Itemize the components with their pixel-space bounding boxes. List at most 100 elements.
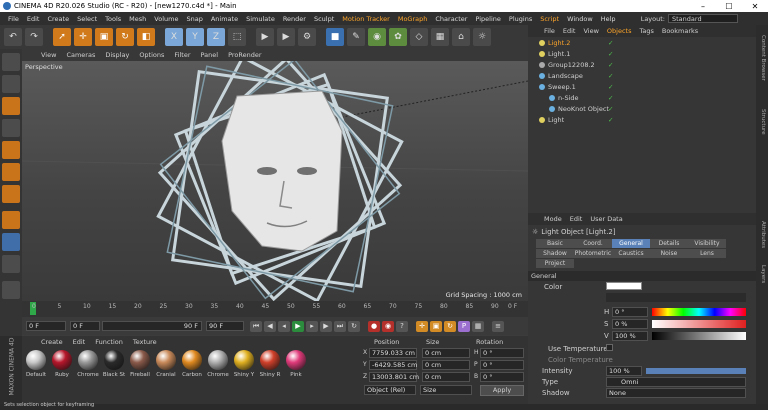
attribute-tab-general[interactable]: General bbox=[612, 239, 650, 248]
texture-mode-icon[interactable] bbox=[2, 97, 20, 115]
lock-workplane-icon[interactable] bbox=[2, 281, 20, 299]
visibility-check-icon[interactable]: ✓ bbox=[608, 83, 613, 91]
tweak-mode-icon[interactable] bbox=[2, 233, 20, 251]
perspective-viewport[interactable]: Perspective Grid Spacing : 1000 cm bbox=[22, 61, 528, 301]
rotation-key-icon[interactable]: ↻ bbox=[444, 321, 456, 332]
rotation-field[interactable]: 0 ° bbox=[480, 372, 524, 382]
coordinate-mode-dropdown[interactable]: Object (Rel) bbox=[364, 385, 416, 395]
rotation-field[interactable]: 0 ° bbox=[480, 360, 524, 370]
position-field[interactable]: -6429.585 cm bbox=[369, 360, 417, 370]
menu-item-simulate[interactable]: Simulate bbox=[242, 15, 279, 23]
attribute-menu-edit[interactable]: Edit bbox=[566, 215, 587, 223]
deformer-icon[interactable]: ◇ bbox=[410, 28, 428, 46]
material-swatch[interactable]: Carbon bbox=[180, 350, 204, 378]
object-tab-objects[interactable]: Objects bbox=[603, 27, 636, 35]
material-swatch[interactable]: Ruby bbox=[50, 350, 74, 378]
scene-floor-icon[interactable]: ▦ bbox=[431, 28, 449, 46]
close-button[interactable]: ✕ bbox=[742, 2, 768, 11]
go-to-end-icon[interactable]: ⏭ bbox=[334, 321, 346, 332]
undo-icon[interactable]: ↶ bbox=[4, 28, 22, 46]
previous-frame-icon[interactable]: ◂ bbox=[278, 321, 290, 332]
material-menu-edit[interactable]: Edit bbox=[68, 338, 91, 346]
viewport-menu-display[interactable]: Display bbox=[100, 51, 134, 59]
viewport-menu-panel[interactable]: Panel bbox=[196, 51, 224, 59]
material-menu-function[interactable]: Function bbox=[90, 338, 128, 346]
material-swatch[interactable]: Cranial bbox=[154, 350, 178, 378]
side-tab-structure[interactable]: Structure bbox=[758, 109, 766, 135]
side-tab-content-browser[interactable]: Content Browser bbox=[758, 35, 766, 81]
object-row[interactable]: Light ✓ bbox=[528, 114, 756, 125]
viewport-menu-cameras[interactable]: Cameras bbox=[61, 51, 100, 59]
menu-item-pipeline[interactable]: Pipeline bbox=[471, 15, 504, 23]
autokeying-icon[interactable]: ◉ bbox=[382, 321, 394, 332]
attribute-tab-noise[interactable]: Noise bbox=[650, 249, 688, 258]
timeline-window-icon[interactable]: ≡ bbox=[492, 321, 504, 332]
attribute-tab-shadow[interactable]: Shadow bbox=[536, 249, 574, 258]
points-mode-icon[interactable] bbox=[2, 141, 20, 159]
polygons-mode-icon[interactable] bbox=[2, 185, 20, 203]
object-row[interactable]: n-Side ✓ bbox=[528, 92, 756, 103]
rotate-icon[interactable]: ↻ bbox=[116, 28, 134, 46]
intensity-slider[interactable] bbox=[646, 368, 746, 374]
position-field[interactable]: 13003.801 cm bbox=[369, 372, 419, 382]
scale-icon[interactable]: ▣ bbox=[95, 28, 113, 46]
object-row[interactable]: Sweep.1 ✓ bbox=[528, 81, 756, 92]
side-tab-layers[interactable]: Layers bbox=[758, 265, 766, 283]
light-bulb-icon[interactable]: ☼ bbox=[473, 28, 491, 46]
side-tab-attributes[interactable]: Attributes bbox=[758, 221, 766, 248]
attribute-menu-mode[interactable]: Mode bbox=[540, 215, 566, 223]
attribute-tab-lens[interactable]: Lens bbox=[688, 249, 726, 258]
timeline-ruler[interactable]: 0 F 0 5 10 15 20 25 30 35 40 45 50 55 60 65 70 75 80 85 90 bbox=[22, 301, 528, 317]
go-to-start-icon[interactable]: ⏮ bbox=[250, 321, 262, 332]
object-tab-tags[interactable]: Tags bbox=[635, 27, 657, 35]
render-settings-icon[interactable]: ⚙ bbox=[298, 28, 316, 46]
play-icon[interactable]: ▶ bbox=[292, 321, 304, 332]
snap-icon[interactable] bbox=[2, 255, 20, 273]
object-tab-edit[interactable]: Edit bbox=[559, 27, 580, 35]
current-frame-field[interactable]: 0 F bbox=[26, 321, 66, 331]
visibility-check-icon[interactable]: ✓ bbox=[608, 50, 613, 58]
start-frame-field[interactable]: 0 F bbox=[70, 321, 100, 331]
axis-mode-icon[interactable] bbox=[2, 211, 20, 229]
size-mode-dropdown[interactable]: Size bbox=[420, 385, 472, 395]
visibility-check-icon[interactable]: ✓ bbox=[608, 105, 613, 113]
cloner-icon[interactable]: ✿ bbox=[389, 28, 407, 46]
visibility-check-icon[interactable]: ✓ bbox=[608, 94, 613, 102]
menu-item-character[interactable]: Character bbox=[431, 15, 471, 23]
render-view-icon[interactable]: ▶ bbox=[256, 28, 274, 46]
scale-key-icon[interactable]: ▣ bbox=[430, 321, 442, 332]
viewport-menu-prorender[interactable]: ProRender bbox=[223, 51, 266, 59]
menu-item-help[interactable]: Help bbox=[597, 15, 620, 23]
viewport-menu-options[interactable]: Options bbox=[134, 51, 169, 59]
menu-item-plugins[interactable]: Plugins bbox=[505, 15, 536, 23]
attribute-tab-coord[interactable]: Coord. bbox=[574, 239, 612, 248]
object-tab-bookmarks[interactable]: Bookmarks bbox=[658, 27, 702, 35]
menu-item-edit[interactable]: Edit bbox=[23, 15, 44, 23]
material-swatch[interactable]: Chrome bbox=[76, 350, 100, 378]
size-field[interactable]: 0 cm bbox=[422, 372, 470, 382]
object-row[interactable]: Group12208.2 ✓ bbox=[528, 59, 756, 70]
menu-item-mograph[interactable]: MoGraph bbox=[394, 15, 432, 23]
menu-item-snap[interactable]: Snap bbox=[182, 15, 206, 23]
material-swatch[interactable]: Black St bbox=[102, 350, 126, 378]
material-swatch[interactable]: Shiny Y bbox=[232, 350, 256, 378]
material-swatch[interactable]: Chrome bbox=[206, 350, 230, 378]
intensity-field[interactable]: 100 % bbox=[606, 366, 642, 376]
hue-slider[interactable] bbox=[652, 308, 746, 316]
saturation-slider[interactable] bbox=[652, 320, 746, 328]
material-menu-create[interactable]: Create bbox=[36, 338, 68, 346]
z-axis-icon[interactable]: Z bbox=[207, 28, 225, 46]
previous-key-icon[interactable]: ◀ bbox=[264, 321, 276, 332]
object-tab-view[interactable]: View bbox=[579, 27, 602, 35]
object-row[interactable]: Landscape ✓ bbox=[528, 70, 756, 81]
minimize-button[interactable]: – bbox=[690, 2, 716, 11]
menu-item-sculpt[interactable]: Sculpt bbox=[310, 15, 338, 23]
size-field[interactable]: 0 cm bbox=[422, 360, 470, 370]
object-tab-file[interactable]: File bbox=[540, 27, 559, 35]
saturation-field[interactable]: 0 % bbox=[612, 319, 648, 329]
point-level-icon[interactable]: ▦ bbox=[472, 321, 484, 332]
menu-item-motion-tracker[interactable]: Motion Tracker bbox=[338, 15, 394, 23]
attribute-tab-project[interactable]: Project bbox=[536, 259, 574, 268]
x-axis-icon[interactable]: X bbox=[165, 28, 183, 46]
edges-mode-icon[interactable] bbox=[2, 163, 20, 181]
